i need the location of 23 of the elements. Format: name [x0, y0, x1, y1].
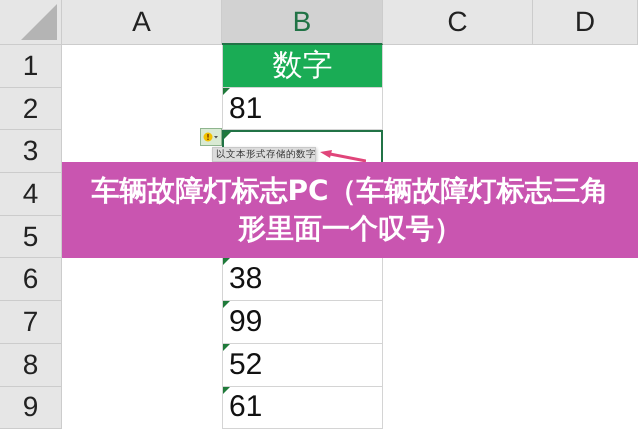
cell-value: 38 — [229, 262, 262, 296]
row-header[interactable]: 2 — [0, 88, 62, 130]
column-header[interactable]: C — [383, 0, 533, 45]
cell-value: 52 — [229, 348, 262, 382]
cell-value: 81 — [229, 92, 262, 126]
column-title: 数字 — [272, 48, 332, 84]
row-header[interactable]: 4 — [0, 173, 62, 216]
pointer-arrow — [320, 150, 366, 162]
row-header[interactable]: 9 — [0, 386, 62, 430]
row-header[interactable]: 5 — [0, 216, 62, 258]
warning-icon — [203, 131, 219, 143]
column-header[interactable]: B — [222, 0, 383, 45]
row-header[interactable]: 7 — [0, 301, 62, 344]
error-options-button[interactable] — [200, 128, 222, 146]
column-header[interactable]: D — [533, 0, 638, 45]
banner-title: 车辆故障灯标志PC（车辆故障灯标志三角形里面一个叹号） — [90, 173, 610, 247]
row-header[interactable]: 3 — [0, 130, 62, 174]
cell-value: 61 — [229, 390, 262, 424]
row-header[interactable]: 6 — [0, 258, 62, 302]
cell-value: 99 — [229, 304, 262, 339]
column-header[interactable]: A — [62, 0, 222, 45]
row-header[interactable]: 8 — [0, 344, 62, 386]
row-header[interactable]: 1 — [0, 45, 62, 88]
